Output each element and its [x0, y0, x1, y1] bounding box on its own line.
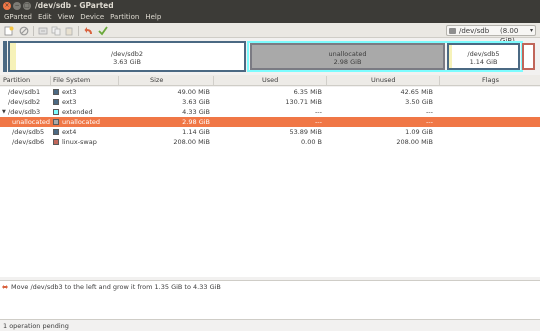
collapse-triangle-icon[interactable]: ▼: [2, 107, 6, 117]
operation-item[interactable]: Move /dev/sdb3 to the left and grow it f…: [11, 282, 221, 292]
disk-map: /dev/sdb2 3.63 GiB unallocated 2.98 GiB …: [0, 39, 540, 74]
column-size[interactable]: Size: [150, 75, 163, 86]
table-row[interactable]: ▼ /dev/sdb3 extended 4.33 GiB --- ---: [0, 107, 540, 117]
cell-filesystem: unallocated: [62, 118, 101, 126]
device-selector[interactable]: /dev/sdb (8.00 GiB) ▾: [446, 25, 536, 45]
toolbar-separator: [33, 26, 34, 36]
menu-bar: GParted Edit View Device Partition Help: [0, 12, 540, 23]
column-flags[interactable]: Flags: [482, 75, 499, 86]
cell-size: 2.98 GiB: [182, 118, 210, 126]
disk-icon: [449, 28, 456, 34]
cell-partition: /dev/sdb2: [8, 98, 41, 106]
cell-unused: 42.65 MiB: [400, 88, 433, 96]
fs-color-swatch: [53, 109, 59, 115]
fs-color-swatch: [53, 139, 59, 145]
column-partition[interactable]: Partition: [3, 75, 30, 86]
partition-block-name: /dev/sdb5: [467, 50, 500, 58]
cell-size: 1.14 GiB: [182, 128, 210, 136]
partition-block-unallocated[interactable]: unallocated 2.98 GiB: [250, 43, 445, 70]
resize-move-icon[interactable]: [38, 26, 48, 36]
cell-used: 0.00 B: [301, 138, 322, 146]
cell-filesystem: linux-swap: [62, 138, 97, 146]
title-bar: × − □ /dev/sdb - GParted: [0, 0, 540, 12]
column-used[interactable]: Used: [262, 75, 278, 86]
table-row[interactable]: /dev/sdb6 linux-swap 208.00 MiB 0.00 B 2…: [0, 137, 540, 147]
apply-icon[interactable]: [98, 26, 108, 36]
cell-filesystem: ext4: [62, 128, 77, 136]
cell-unused: 3.50 GiB: [405, 98, 433, 106]
partition-block-name: unallocated: [328, 50, 367, 58]
cell-size: 208.00 MiB: [173, 138, 210, 146]
cell-partition: /dev/sdb3: [8, 108, 41, 116]
menu-gparted[interactable]: GParted: [0, 12, 35, 23]
cell-size: 4.33 GiB: [182, 108, 210, 116]
column-unused[interactable]: Unused: [371, 75, 396, 86]
cell-used: 6.35 MiB: [293, 88, 322, 96]
menu-partition[interactable]: Partition: [107, 12, 142, 23]
cell-partition: unallocated: [12, 118, 51, 126]
cell-partition: /dev/sdb1: [8, 88, 41, 96]
minimize-icon[interactable]: −: [13, 2, 21, 10]
status-text: 1 operation pending: [3, 322, 69, 330]
toolbar-separator: [78, 26, 79, 36]
cell-unused: 1.09 GiB: [405, 128, 433, 136]
device-name: /dev/sdb: [459, 27, 490, 35]
delete-icon[interactable]: [19, 26, 29, 36]
fs-color-swatch: [53, 119, 59, 125]
cell-unused: ---: [425, 108, 433, 116]
table-row[interactable]: /dev/sdb2 ext3 3.63 GiB 130.71 MiB 3.50 …: [0, 97, 540, 107]
cell-used: 130.71 MiB: [285, 98, 322, 106]
paste-icon[interactable]: [64, 26, 74, 36]
cell-partition: /dev/sdb5: [12, 128, 45, 136]
table-row[interactable]: /dev/sdb1 ext3 49.00 MiB 6.35 MiB 42.65 …: [0, 87, 540, 97]
cell-unused: 208.00 MiB: [396, 138, 433, 146]
menu-edit[interactable]: Edit: [35, 12, 55, 23]
menu-help[interactable]: Help: [142, 12, 164, 23]
column-file-system[interactable]: File System: [53, 75, 90, 86]
cell-used: ---: [314, 118, 322, 126]
close-icon[interactable]: ×: [3, 2, 11, 10]
table-row-selected[interactable]: unallocated unallocated 2.98 GiB --- ---: [0, 117, 540, 127]
cell-size: 49.00 MiB: [177, 88, 210, 96]
cell-size: 3.63 GiB: [182, 98, 210, 106]
window-title: /dev/sdb - GParted: [35, 1, 114, 10]
fs-color-swatch: [53, 99, 59, 105]
partition-table: /dev/sdb1 ext3 49.00 MiB 6.35 MiB 42.65 …: [0, 87, 540, 277]
fs-color-swatch: [53, 89, 59, 95]
partition-table-header: Partition File System Size Used Unused F…: [0, 75, 540, 86]
new-icon[interactable]: [4, 26, 14, 36]
cell-used: ---: [314, 108, 322, 116]
partition-block-sdb1[interactable]: [3, 41, 7, 72]
table-row[interactable]: /dev/sdb5 ext4 1.14 GiB 53.89 MiB 1.09 G…: [0, 127, 540, 137]
pending-operations-pane: Move /dev/sdb3 to the left and grow it f…: [0, 280, 540, 320]
cell-partition: /dev/sdb6: [12, 138, 45, 146]
cell-filesystem: ext3: [62, 88, 77, 96]
cell-unused: ---: [425, 118, 433, 126]
partition-block-size: 2.98 GiB: [333, 58, 362, 66]
menu-view[interactable]: View: [55, 12, 78, 23]
partition-block-name: /dev/sdb2: [110, 50, 144, 58]
cell-used: 53.89 MiB: [289, 128, 322, 136]
status-bar: 1 operation pending: [0, 321, 540, 331]
fs-color-swatch: [53, 129, 59, 135]
partition-block-size: 3.63 GiB: [113, 58, 141, 66]
toolbar: /dev/sdb (8.00 GiB) ▾: [0, 23, 540, 45]
menu-device[interactable]: Device: [77, 12, 107, 23]
cell-filesystem: extended: [62, 108, 93, 116]
copy-icon[interactable]: [51, 26, 61, 36]
partition-block-sdb5[interactable]: /dev/sdb5 1.14 GiB: [447, 43, 520, 70]
maximize-icon[interactable]: □: [23, 2, 31, 10]
cell-filesystem: ext3: [62, 98, 77, 106]
partition-block-size: 1.14 GiB: [469, 58, 498, 66]
chevron-down-icon: ▾: [529, 27, 533, 34]
partition-block-sdb2[interactable]: /dev/sdb2 3.63 GiB: [8, 41, 246, 72]
partition-block-sdb6[interactable]: [522, 43, 535, 70]
move-resize-icon: [2, 285, 8, 289]
undo-icon[interactable]: [84, 26, 94, 36]
